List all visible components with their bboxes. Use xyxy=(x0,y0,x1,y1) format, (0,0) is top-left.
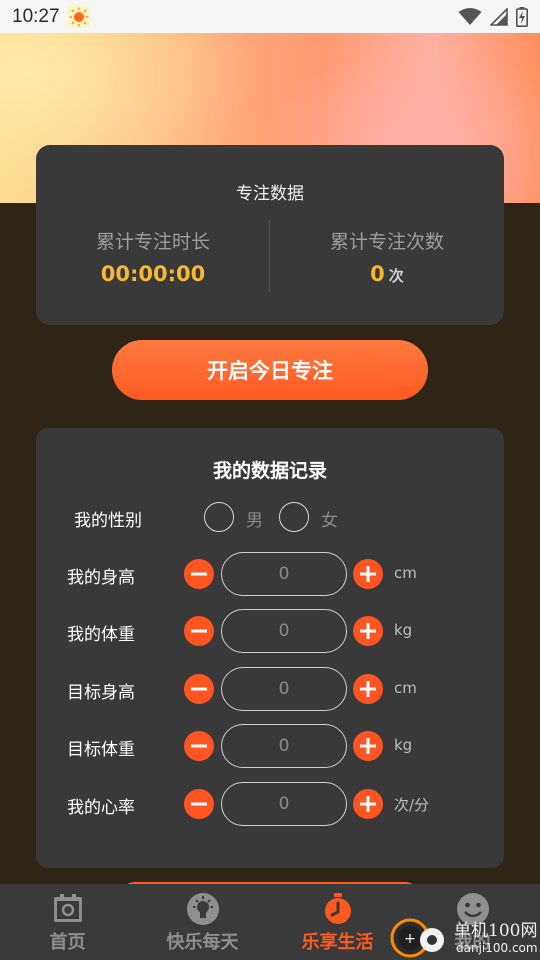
heart-rate-label: 我的心率 xyxy=(67,798,135,818)
battery-charging-icon xyxy=(516,6,528,27)
site-watermark: + 单机100网 danji100.com xyxy=(388,912,540,960)
gender-female-label[interactable]: 女 xyxy=(321,506,338,531)
minus-icon xyxy=(191,572,207,576)
plus-icon xyxy=(360,738,376,754)
status-time: 10:27 xyxy=(12,5,60,27)
target-height-unit: cm xyxy=(394,679,417,697)
weight-label: 我的体重 xyxy=(67,625,135,645)
total-count-stat: 累计专注次数 0次 xyxy=(270,227,504,286)
watermark-url: danji100.com xyxy=(456,941,538,955)
height-input[interactable] xyxy=(221,552,347,596)
focus-card-title: 专注数据 xyxy=(236,184,304,204)
total-count-value-wrap: 0次 xyxy=(270,262,504,286)
plus-icon xyxy=(360,623,376,639)
target-weight-decrease-button[interactable] xyxy=(184,731,214,761)
data-records-card: 我的数据记录 我的性别 男 女 我的身高 cm 我的体重 kg 目标身高 xyxy=(36,428,504,868)
total-duration-value: 00:00:00 xyxy=(100,262,206,286)
weight-unit: kg xyxy=(394,621,413,639)
height-decrease-button[interactable] xyxy=(184,559,214,589)
sun-notification-icon xyxy=(67,5,90,28)
status-bar: 10:27 xyxy=(0,0,540,33)
nav-label-happy-daily: 快乐每天 xyxy=(166,932,239,953)
gender-male-label[interactable]: 男 xyxy=(246,506,263,531)
total-duration-label: 累计专注时长 xyxy=(95,231,210,253)
plus-icon xyxy=(360,566,376,582)
status-icons xyxy=(458,6,528,27)
minus-icon xyxy=(191,687,207,691)
svg-text:+: + xyxy=(404,931,416,947)
target-height-label: 目标身高 xyxy=(67,683,135,703)
total-count-value: 0 xyxy=(370,262,385,286)
nav-item-home[interactable]: 首页 xyxy=(0,884,135,960)
nav-item-enjoy-life[interactable]: 乐享生活 xyxy=(270,884,405,960)
target-height-input[interactable] xyxy=(221,667,347,711)
total-duration-stat: 累计专注时长 00:00:00 xyxy=(36,227,270,286)
target-weight-input[interactable] xyxy=(221,724,347,768)
target-weight-row: 目标体重 kg xyxy=(36,724,504,768)
lightbulb-icon xyxy=(186,893,219,925)
stopwatch-icon xyxy=(324,893,351,924)
total-count-label: 累计专注次数 xyxy=(329,231,444,253)
heart-rate-decrease-button[interactable] xyxy=(184,789,214,819)
target-weight-label: 目标体重 xyxy=(67,740,135,760)
target-weight-increase-button[interactable] xyxy=(353,731,383,761)
weight-increase-button[interactable] xyxy=(353,616,383,646)
heart-rate-increase-button[interactable] xyxy=(353,789,383,819)
height-label: 我的身高 xyxy=(67,568,135,588)
watermark-text: 单机100网 xyxy=(454,921,538,941)
nav-item-happy-daily[interactable]: 快乐每天 xyxy=(135,884,270,960)
weight-row: 我的体重 kg xyxy=(36,609,504,653)
heart-rate-unit: 次/分 xyxy=(394,796,430,814)
target-height-row: 目标身高 cm xyxy=(36,667,504,711)
cell-signal-icon xyxy=(490,7,508,26)
minus-icon xyxy=(191,744,207,748)
plus-icon xyxy=(360,681,376,697)
gender-male-radio[interactable] xyxy=(204,502,234,532)
minus-icon xyxy=(191,802,207,806)
height-row: 我的身高 cm xyxy=(36,552,504,596)
photo-frame-icon xyxy=(53,894,82,922)
nav-label-home: 首页 xyxy=(49,932,86,953)
weight-input[interactable] xyxy=(221,609,347,653)
target-height-decrease-button[interactable] xyxy=(184,674,214,704)
weight-decrease-button[interactable] xyxy=(184,616,214,646)
target-height-increase-button[interactable] xyxy=(353,674,383,704)
gender-row: 我的性别 男 女 xyxy=(36,502,504,532)
heart-rate-row: 我的心率 次/分 xyxy=(36,782,504,826)
plus-icon xyxy=(360,796,376,812)
focus-stats-card: 专注数据 累计专注时长 00:00:00 累计专注次数 0次 xyxy=(36,145,504,325)
height-increase-button[interactable] xyxy=(353,559,383,589)
gender-label: 我的性别 xyxy=(74,511,142,531)
watermark-logo-icon: + xyxy=(390,918,444,958)
gender-female-radio[interactable] xyxy=(279,502,309,532)
height-unit: cm xyxy=(394,564,417,582)
heart-rate-input[interactable] xyxy=(221,782,347,826)
start-focus-button[interactable]: 开启今日专注 xyxy=(112,340,428,400)
minus-icon xyxy=(191,629,207,633)
target-weight-unit: kg xyxy=(394,736,413,754)
records-title: 我的数据记录 xyxy=(212,460,327,482)
total-count-unit: 次 xyxy=(388,267,404,285)
wifi-icon xyxy=(458,7,482,25)
nav-label-enjoy-life: 乐享生活 xyxy=(301,932,374,953)
